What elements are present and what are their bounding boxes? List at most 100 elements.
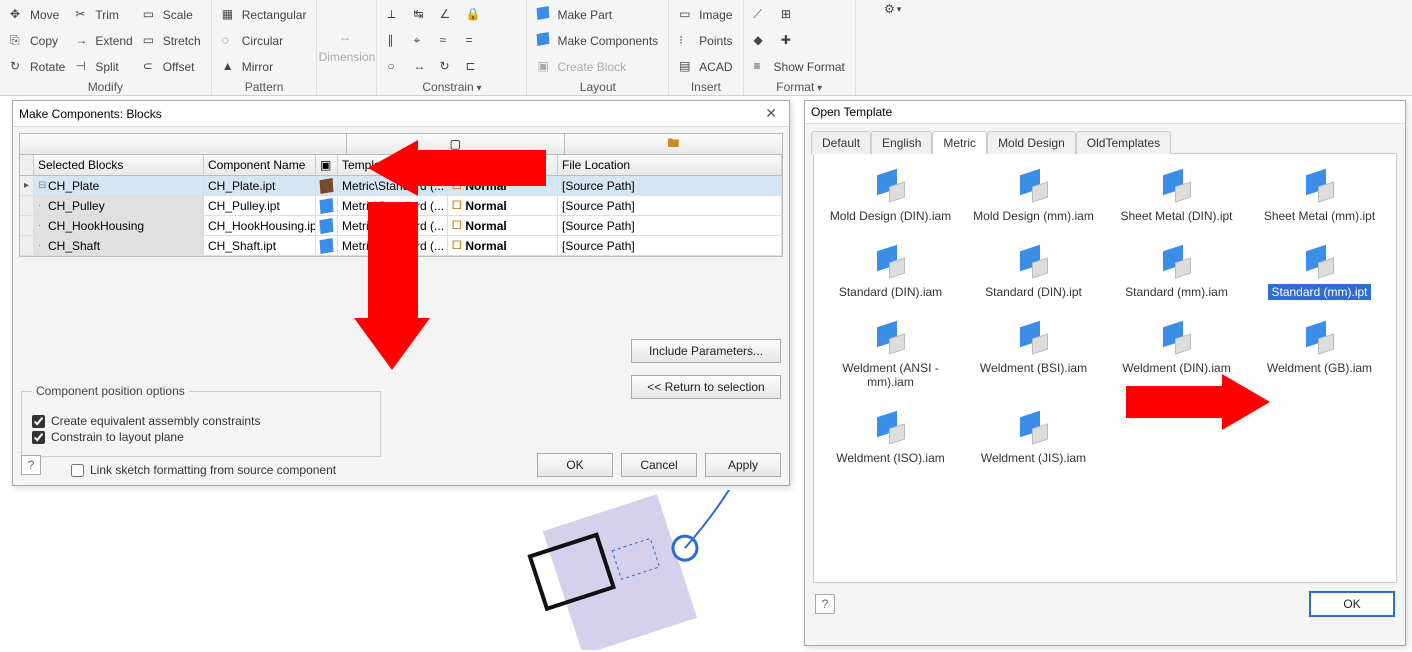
offset-icon: ⊂: [143, 59, 159, 75]
chk-equivalent-constraints[interactable]: Create equivalent assembly constraints: [32, 414, 370, 428]
template-item[interactable]: Mold Design (DIN).iam: [822, 168, 959, 228]
btn-rectangular[interactable]: ▦Rectangular: [218, 2, 311, 28]
template-item[interactable]: Mold Design (mm).iam: [965, 168, 1102, 228]
dimension-icon: ↔: [339, 30, 355, 46]
component-position-options: Component position options Create equiva…: [21, 391, 381, 457]
btn-offset[interactable]: ⊂Offset: [139, 54, 205, 80]
constrain-a1[interactable]: ⟂: [383, 2, 407, 28]
make-part-icon: [537, 7, 553, 23]
template-file-icon: [873, 172, 909, 202]
constrain-b2[interactable]: ⌖: [409, 28, 433, 54]
constrain-b1[interactable]: ↹: [409, 2, 433, 28]
template-item[interactable]: Sheet Metal (DIN).ipt: [1108, 168, 1245, 228]
gear-dropdown[interactable]: ⚙▾: [884, 2, 901, 16]
btn-include-parameters[interactable]: Include Parameters...: [631, 339, 781, 363]
btn-mirror[interactable]: ▲Mirror: [218, 54, 311, 80]
template-item[interactable]: Weldment (ANSI - mm).iam: [822, 320, 959, 394]
dialog-open-template: Open Template DefaultEnglishMetricMold D…: [804, 100, 1406, 646]
btn-move[interactable]: ✥Move: [6, 2, 69, 28]
split-icon: ⊣: [75, 59, 91, 75]
constrain-d2[interactable]: =: [461, 28, 485, 54]
btn-stretch[interactable]: ▭Stretch: [139, 28, 205, 54]
constrain-d1[interactable]: 🔒: [461, 2, 485, 28]
template-item[interactable]: Standard (mm).iam: [1108, 244, 1245, 304]
part-icon: [320, 237, 334, 253]
chk-constrain-layout[interactable]: Constrain to layout plane: [32, 430, 370, 444]
stretch-icon: ▭: [143, 33, 159, 49]
constrain-b3[interactable]: ↔: [409, 54, 433, 80]
btn-extend[interactable]: →Extend: [71, 28, 136, 54]
template-item[interactable]: Standard (DIN).iam: [822, 244, 959, 304]
template-tabs: DefaultEnglishMetricMold DesignOldTempla…: [805, 124, 1405, 153]
btn-show-format[interactable]: ≡Show Format: [750, 54, 849, 80]
template-item[interactable]: Weldment (GB).iam: [1251, 320, 1388, 394]
toolbar-browse-btn[interactable]: 🖿: [565, 134, 782, 154]
btn-points[interactable]: ⁝Points: [675, 28, 736, 54]
btn-circular[interactable]: ◌Circular: [218, 28, 311, 54]
btn-trim[interactable]: ✂Trim: [71, 2, 136, 28]
btn-ok-template[interactable]: OK: [1309, 591, 1395, 617]
close-button[interactable]: ✕: [759, 105, 783, 122]
constrain-a3[interactable]: ○: [383, 54, 407, 80]
btn-cancel[interactable]: Cancel: [621, 453, 697, 477]
panel-dimension: ↔Dimension: [317, 0, 377, 95]
tab-default[interactable]: Default: [811, 131, 871, 154]
format-r1[interactable]: ⟋ ⊞: [750, 2, 849, 28]
constrain-d3[interactable]: ⊏: [461, 54, 485, 80]
btn-ok[interactable]: OK: [537, 453, 613, 477]
template-item[interactable]: Sheet Metal (mm).ipt: [1251, 168, 1388, 228]
btn-dimension[interactable]: ↔Dimension: [315, 28, 380, 66]
dialog2-title: Open Template: [811, 105, 892, 119]
template-item[interactable]: Standard (mm).ipt: [1251, 244, 1388, 304]
panel-constrain: ⟂ ∥ ○ ↹ ⌖ ↔ ∠ ≈ ↻ 🔒 = ⊏ Constrain: [377, 0, 527, 95]
format-r2[interactable]: ◆ ✚: [750, 28, 849, 54]
template-item[interactable]: Weldment (JIS).iam: [965, 410, 1102, 470]
template-item[interactable]: Weldment (ISO).iam: [822, 410, 959, 470]
move-icon: ✥: [10, 7, 26, 23]
template-file-icon: [1016, 248, 1052, 278]
template-file-icon: [1302, 172, 1338, 202]
template-file-icon: [1302, 248, 1338, 278]
btn-make-part[interactable]: Make Part: [533, 2, 662, 28]
template-file-icon: [1016, 172, 1052, 202]
template-item[interactable]: Standard (DIN).ipt: [965, 244, 1102, 304]
folder-arrow-icon: 🖿: [667, 134, 679, 155]
part-icon: [320, 177, 334, 193]
btn-rotate[interactable]: ↻Rotate: [6, 54, 69, 80]
help-button[interactable]: ?: [21, 455, 41, 475]
panel-layout: Make Part Make Components ▣Create Block …: [527, 0, 669, 95]
constrain-c3[interactable]: ↻: [435, 54, 459, 80]
panel-label-pattern: Pattern: [218, 80, 311, 98]
panel-label-constrain[interactable]: Constrain: [383, 80, 520, 98]
tab-metric[interactable]: Metric: [932, 131, 987, 154]
btn-copy[interactable]: ⎘Copy: [6, 28, 69, 54]
tab-mold-design[interactable]: Mold Design: [987, 131, 1076, 154]
panel-insert: ▭Image ⁝Points ▤ACAD Insert: [669, 0, 743, 95]
template-file-icon: [873, 414, 909, 444]
btn-image[interactable]: ▭Image: [675, 2, 736, 28]
constrain-c2[interactable]: ≈: [435, 28, 459, 54]
acad-icon: ▤: [679, 59, 695, 75]
panel-label-dim: [323, 91, 370, 95]
template-item[interactable]: Weldment (BSI).iam: [965, 320, 1102, 394]
page-icon: ▢: [450, 137, 461, 151]
btn-acad[interactable]: ▤ACAD: [675, 54, 736, 80]
template-file-icon: [1016, 414, 1052, 444]
btn-make-components[interactable]: Make Components: [533, 28, 662, 54]
help-button-2[interactable]: ?: [815, 594, 835, 614]
btn-split[interactable]: ⊣Split: [71, 54, 136, 80]
tab-oldtemplates[interactable]: OldTemplates: [1076, 131, 1171, 154]
btn-scale[interactable]: ▭Scale: [139, 2, 205, 28]
constrain-a2[interactable]: ∥: [383, 28, 407, 54]
show-format-icon: ≡: [754, 59, 770, 75]
canvas-sketch: [500, 490, 800, 650]
tab-english[interactable]: English: [871, 131, 932, 154]
constrain-c1[interactable]: ∠: [435, 2, 459, 28]
btn-apply[interactable]: Apply: [705, 453, 781, 477]
dialog-title: Make Components: Blocks: [19, 107, 162, 121]
panel-label-format[interactable]: Format: [750, 80, 849, 98]
rect-pattern-icon: ▦: [222, 7, 238, 23]
btn-create-block[interactable]: ▣Create Block: [533, 54, 662, 80]
template-file-icon: [873, 324, 909, 354]
template-file-icon: [873, 248, 909, 278]
